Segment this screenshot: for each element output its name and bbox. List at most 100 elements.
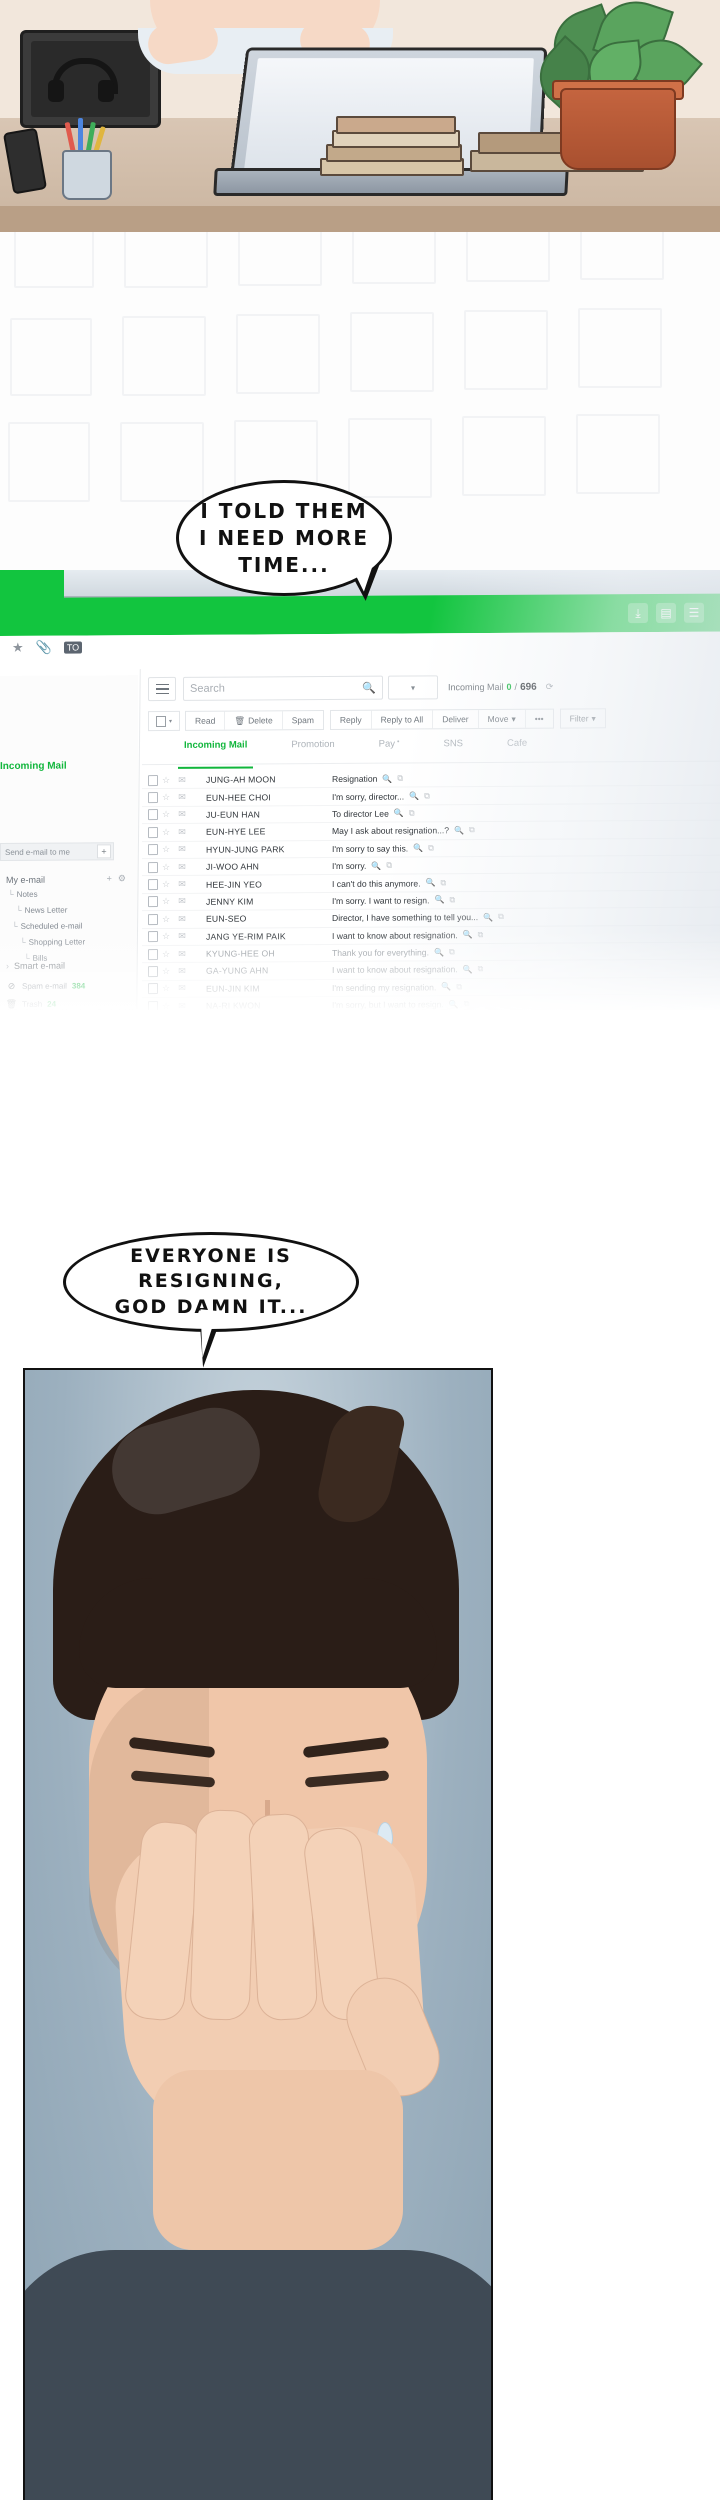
subject-cell[interactable]: To director Lee 🔍 ⧉ <box>332 808 415 819</box>
row-checkbox[interactable] <box>148 983 158 995</box>
table-row[interactable]: ☆ ✉ NA-RI KWON I'm sorry, but I want to … <box>142 994 720 1010</box>
envelope-icon[interactable]: ✉ <box>174 896 190 907</box>
popout-icon[interactable]: ⧉ <box>409 808 415 818</box>
refresh-icon[interactable]: ⟳ <box>546 681 554 692</box>
envelope-icon[interactable]: ✉ <box>174 827 190 838</box>
subject-cell[interactable]: Director, I have something to tell you..… <box>332 912 504 923</box>
subject-cell[interactable]: I'm sorry, director... 🔍 ⧉ <box>332 791 430 802</box>
sidebar-my-email-header[interactable]: My e-mail + ⚙ <box>6 873 132 885</box>
deliver-button[interactable]: Deliver <box>433 710 479 729</box>
popout-icon[interactable]: ⧉ <box>424 791 430 801</box>
row-checkbox[interactable] <box>148 774 158 786</box>
magnifier-icon[interactable]: 🔍 <box>483 913 493 922</box>
sidebar-item-shopping-letter[interactable]: └ Shopping Letter <box>6 937 136 947</box>
list-icon[interactable]: ☰ <box>684 602 704 623</box>
row-checkbox[interactable] <box>148 931 158 943</box>
magnifier-icon[interactable]: 🔍 <box>382 774 392 783</box>
search-icon[interactable]: 🔍 <box>362 681 376 694</box>
subject-cell[interactable]: I want to know about resignation. 🔍 ⧉ <box>332 930 483 941</box>
reply-button[interactable]: Reply <box>330 710 372 729</box>
magnifier-icon[interactable]: 🔍 <box>454 826 464 835</box>
row-checkbox[interactable] <box>148 948 158 960</box>
hamburger-menu-icon[interactable] <box>148 676 176 702</box>
magnifier-icon[interactable]: 🔍 <box>434 948 444 957</box>
envelope-icon[interactable]: ✉ <box>174 879 190 890</box>
star-icon[interactable]: ☆ <box>158 931 174 942</box>
add-folder-icon[interactable]: + <box>107 873 112 884</box>
envelope-icon[interactable]: ✉ <box>174 861 190 872</box>
reply-all-button[interactable]: Reply to All <box>371 710 434 729</box>
envelope-icon[interactable]: ✉ <box>174 914 190 925</box>
row-checkbox[interactable] <box>148 826 158 838</box>
tab-incoming-mail[interactable]: Incoming Mail <box>162 739 269 764</box>
attachment-icon[interactable]: 📎 <box>36 640 52 656</box>
popout-icon[interactable]: ⧉ <box>464 999 470 1009</box>
star-icon[interactable]: ★ <box>12 640 24 656</box>
popout-icon[interactable]: ⧉ <box>498 912 504 922</box>
magnifier-icon[interactable]: 🔍 <box>413 844 423 853</box>
envelope-icon[interactable]: ✉ <box>174 983 190 994</box>
tab-sns[interactable]: SNS <box>421 738 485 762</box>
popout-icon[interactable]: ⧉ <box>397 774 403 784</box>
magnifier-icon[interactable]: 🔍 <box>371 861 381 870</box>
star-icon[interactable]: ☆ <box>158 862 174 873</box>
more-options-button[interactable]: ••• <box>526 710 553 728</box>
sidebar-send-to-me[interactable]: Send e-mail to me + <box>0 842 114 861</box>
subject-cell[interactable]: Resignation 🔍 ⧉ <box>332 774 403 784</box>
sidebar-item-spam[interactable]: ⊘ Spam e-mail 384 <box>6 980 138 992</box>
row-checkbox[interactable] <box>148 1000 158 1010</box>
popout-icon[interactable]: ⧉ <box>449 947 455 957</box>
star-icon[interactable]: ☆ <box>158 827 174 838</box>
popout-icon[interactable]: ⧉ <box>449 895 455 905</box>
todo-badge[interactable]: TO <box>63 641 83 654</box>
tab-promotion[interactable]: Promotion <box>269 739 356 764</box>
magnifier-icon[interactable]: 🔍 <box>449 1000 459 1009</box>
row-checkbox[interactable] <box>148 809 158 821</box>
subject-cell[interactable]: May I ask about resignation...? 🔍 ⧉ <box>332 825 475 836</box>
popout-icon[interactable]: ⧉ <box>469 825 475 835</box>
star-icon[interactable]: ☆ <box>158 896 174 907</box>
popout-icon[interactable]: ⧉ <box>386 861 392 871</box>
row-checkbox[interactable] <box>148 792 158 804</box>
checkbox-icon[interactable] <box>155 715 166 727</box>
star-icon[interactable]: ☆ <box>158 949 174 960</box>
subject-cell[interactable]: I'm sending my resignation. 🔍 ⧉ <box>332 982 462 993</box>
star-icon[interactable]: ☆ <box>158 792 174 803</box>
envelope-icon[interactable]: ✉ <box>174 844 190 855</box>
envelope-icon[interactable]: ✉ <box>174 775 190 786</box>
subject-cell[interactable]: I'm sorry to say this. 🔍 ⧉ <box>332 843 434 854</box>
tab-pay[interactable]: Pay • <box>357 738 422 762</box>
magnifier-icon[interactable]: 🔍 <box>463 965 473 974</box>
star-icon[interactable]: ☆ <box>158 983 174 994</box>
magnifier-icon[interactable]: 🔍 <box>426 878 436 887</box>
move-button[interactable]: Move ▾ <box>478 709 526 729</box>
magnifier-icon[interactable]: 🔍 <box>409 792 419 801</box>
star-icon[interactable]: ☆ <box>158 914 174 925</box>
envelope-icon[interactable]: ✉ <box>174 1001 190 1010</box>
row-checkbox[interactable] <box>148 844 158 856</box>
filter-button[interactable]: Filter ▾ <box>561 709 605 727</box>
row-checkbox[interactable] <box>148 861 158 873</box>
select-all-control[interactable]: ▾ <box>148 710 180 732</box>
magnifier-icon[interactable]: 🔍 <box>441 983 451 992</box>
gear-icon[interactable]: ⚙ <box>118 873 126 884</box>
sidebar-item-smart-email[interactable]: › Smart e-mail <box>6 961 65 971</box>
popout-icon[interactable]: ⧉ <box>456 982 462 992</box>
sidebar-item-incoming-mail[interactable]: Incoming Mail <box>0 761 67 772</box>
popout-icon[interactable]: ⧉ <box>478 965 484 975</box>
chevron-down-icon[interactable]: ▾ <box>169 717 172 724</box>
spam-button[interactable]: Spam <box>283 711 323 729</box>
subject-cell[interactable]: I can't do this anymore. 🔍 ⧉ <box>332 878 446 889</box>
popout-icon[interactable]: ⧉ <box>428 843 434 853</box>
delete-button[interactable]: 🗑 Delete <box>225 711 283 730</box>
sidebar-item-trash[interactable]: 🗑 Trash 24 <box>6 998 138 1010</box>
envelope-icon[interactable]: ✉ <box>174 966 190 977</box>
star-icon[interactable]: ☆ <box>158 879 174 890</box>
row-checkbox[interactable] <box>148 913 158 925</box>
popout-icon[interactable]: ⧉ <box>478 930 484 940</box>
inbox-download-icon[interactable]: ⤓ <box>628 603 648 624</box>
envelope-icon[interactable]: ✉ <box>174 792 190 803</box>
sidebar-item-scheduled-email[interactable]: └ Scheduled e-mail <box>6 921 136 931</box>
search-filter-dropdown[interactable]: ▾ <box>388 675 438 700</box>
envelope-icon[interactable]: ✉ <box>174 948 190 959</box>
